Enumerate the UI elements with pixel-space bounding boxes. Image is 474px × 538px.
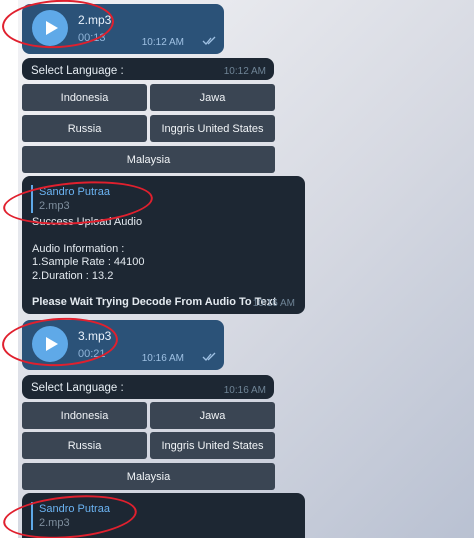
message-text: Select Language : (31, 382, 124, 394)
double-check-icon (202, 36, 216, 45)
message-line: 1.Sample Rate : 44100 (32, 256, 145, 269)
message-text: Select Language : (31, 65, 124, 77)
message-line: Please Wait Trying Decode From Audio To … (32, 296, 277, 309)
reply-file: 2.mp3 (39, 200, 70, 212)
lang-button-inggris[interactable]: Inggris United States (150, 432, 275, 459)
reply-file: 2.mp3 (39, 517, 70, 529)
double-check-icon (202, 352, 216, 361)
select-language-message: Select Language : 10:12 AM (22, 58, 274, 80)
audio-filename: 3.mp3 (78, 329, 112, 343)
audio-duration: 00:13 (78, 32, 106, 44)
lang-button-russia[interactable]: Russia (22, 115, 147, 142)
reply-author: Sandro Putraa (39, 503, 110, 515)
message-body: Success Upload Audio Audio Information :… (32, 216, 276, 310)
lang-button-inggris[interactable]: Inggris United States (150, 115, 275, 142)
lang-button-indonesia[interactable]: Indonesia (22, 402, 147, 429)
message-time: 10:16 AM (252, 298, 295, 309)
lang-button-jawa[interactable]: Jawa (150, 84, 275, 111)
reply-quote[interactable]: Sandro Putraa 2.mp3 (31, 185, 110, 213)
lang-button-malaysia[interactable]: Malaysia (22, 146, 275, 173)
message-time: 10:12 AM (141, 37, 184, 48)
lang-button-jawa[interactable]: Jawa (150, 402, 275, 429)
reply-author: Sandro Putraa (39, 186, 110, 198)
window-left-edge (0, 0, 18, 538)
play-button[interactable] (32, 10, 68, 46)
audio-filename: 2.mp3 (78, 13, 112, 27)
lang-button-russia[interactable]: Russia (22, 432, 147, 459)
play-icon (46, 337, 58, 351)
audio-duration: 00:21 (78, 348, 106, 360)
message-time: 10:12 AM (223, 66, 266, 77)
message-line: 2.Duration : 13.2 (32, 269, 114, 282)
play-icon (46, 21, 58, 35)
play-button[interactable] (32, 326, 68, 362)
message-time: 10:16 AM (141, 353, 184, 364)
lang-button-indonesia[interactable]: Indonesia (22, 84, 147, 111)
voice-message: 2.mp3 00:13 10:12 AM (22, 4, 224, 54)
message-line: Audio Information : (32, 242, 125, 255)
upload-result-message: Sandro Putraa 2.mp3 (22, 493, 305, 538)
select-language-message: Select Language : 10:16 AM (22, 375, 274, 399)
lang-button-malaysia[interactable]: Malaysia (22, 463, 275, 490)
voice-message: 3.mp3 00:21 10:16 AM (22, 320, 224, 370)
reply-quote[interactable]: Sandro Putraa 2.mp3 (31, 502, 110, 530)
upload-result-message: Sandro Putraa 2.mp3 Success Upload Audio… (22, 176, 305, 314)
message-line: Success Upload Audio (32, 216, 143, 228)
message-time: 10:16 AM (223, 385, 266, 396)
